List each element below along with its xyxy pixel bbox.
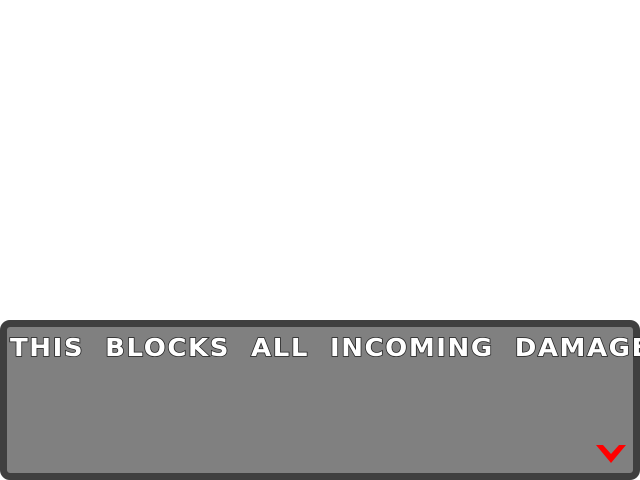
chevron-down-icon[interactable]: [595, 441, 627, 467]
game-screen: THIS BLOCKS ALL INCOMING DAMAGE: [0, 0, 640, 480]
dialog-box[interactable]: THIS BLOCKS ALL INCOMING DAMAGE: [0, 320, 640, 480]
dialog-text: THIS BLOCKS ALL INCOMING DAMAGE: [9, 332, 640, 363]
